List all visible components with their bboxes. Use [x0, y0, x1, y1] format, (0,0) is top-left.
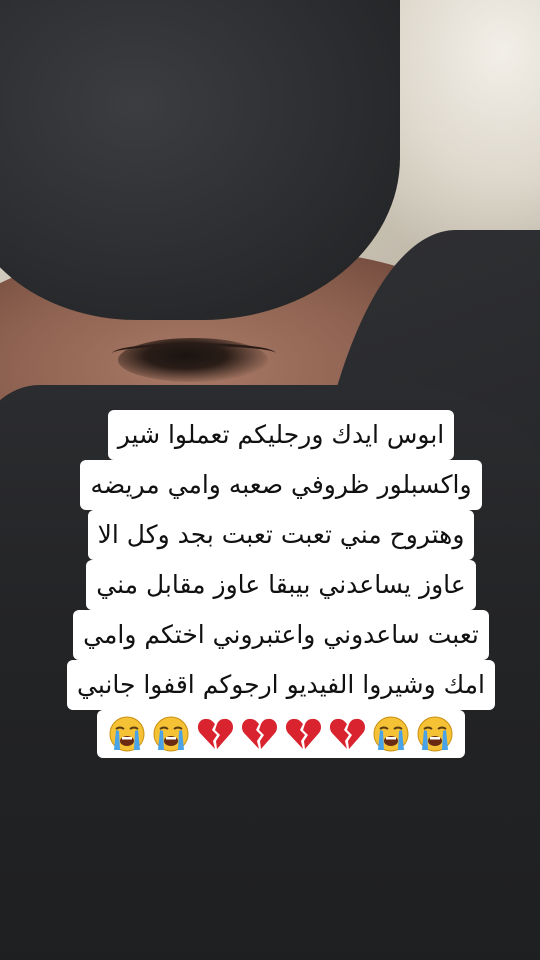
loudly-crying-face-icon	[107, 714, 147, 754]
loudly-crying-face-icon	[371, 714, 411, 754]
broken-heart-icon	[239, 714, 279, 754]
broken-heart-icon	[283, 714, 323, 754]
broken-heart-icon	[327, 714, 367, 754]
broken-heart-icon	[195, 714, 235, 754]
caption-line-6: امك وشيروا الفيديو ارجوكم اقفوا جانبي	[66, 660, 495, 710]
caption-line-2: واكسبلور ظروفي صعبه وامي مريضه	[80, 460, 482, 510]
loudly-crying-face-icon	[415, 714, 455, 754]
caption-line-1: ابوس ايدك ورجليكم تعملوا شير	[107, 410, 455, 460]
head-covering	[0, 0, 400, 320]
caption-emoji-row	[97, 710, 465, 758]
caption-overlay: ابوس ايدك ورجليكم تعملوا شير واكسبلور ظر…	[46, 410, 516, 758]
video-frame[interactable]: ابوس ايدك ورجليكم تعملوا شير واكسبلور ظر…	[0, 0, 540, 960]
eye	[118, 338, 268, 382]
caption-line-5: تعبت ساعدوني واعتبروني اختكم وامي	[73, 610, 489, 660]
loudly-crying-face-icon	[151, 714, 191, 754]
caption-line-4: عاوز يساعدني بيبقا عاوز مقابل مني	[86, 560, 476, 610]
caption-line-3: وهتروح مني تعبت تعبت بجد وكل الا	[87, 510, 475, 560]
